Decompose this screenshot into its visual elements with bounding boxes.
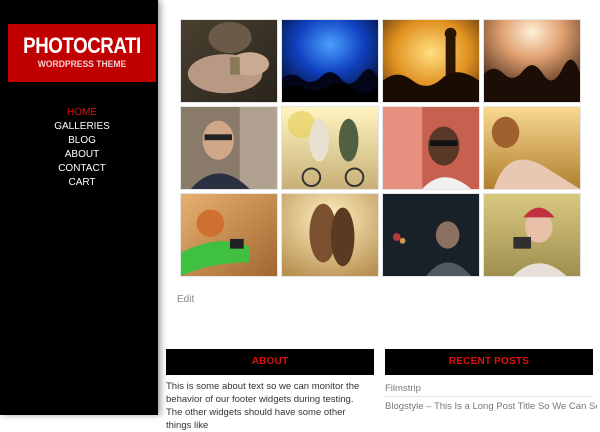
- woman-in-glasses-photo[interactable]: [382, 106, 480, 190]
- woman-at-window-photo[interactable]: [382, 193, 480, 277]
- recent-post-link[interactable]: Filmstrip: [385, 383, 597, 394]
- nav-item-home[interactable]: HOME: [8, 106, 156, 120]
- site-title: PHOTOCRATI: [23, 33, 141, 58]
- site-logo[interactable]: PHOTOCRATI WORDPRESS THEME: [8, 24, 156, 82]
- about-widget-heading: ABOUT: [166, 349, 374, 375]
- about-widget-text: This is some about text so we can monito…: [166, 381, 360, 431]
- hands-with-keys-photo[interactable]: [180, 19, 278, 103]
- nav-item-galleries[interactable]: GALLERIES: [8, 120, 156, 134]
- child-in-car-window-photo[interactable]: [180, 193, 278, 277]
- edit-link[interactable]: Edit: [177, 294, 194, 305]
- sidebar: PHOTOCRATI WORDPRESS THEME HOME GALLERIE…: [0, 0, 158, 415]
- recent-post-link[interactable]: Blogstyle – This Is a Long Post Title So…: [385, 401, 597, 412]
- girl-with-camera-photo[interactable]: [483, 193, 581, 277]
- concert-blue-lights-photo[interactable]: [281, 19, 379, 103]
- concert-guitarist-photo[interactable]: [382, 19, 480, 103]
- main-nav: HOME GALLERIES BLOG ABOUT CONTACT CART: [8, 106, 156, 190]
- nav-item-contact[interactable]: CONTACT: [8, 162, 156, 176]
- nav-item-cart[interactable]: CART: [8, 176, 156, 190]
- nav-item-about[interactable]: ABOUT: [8, 148, 156, 162]
- concert-crowd-stage-photo[interactable]: [483, 19, 581, 103]
- nav-item-blog[interactable]: BLOG: [8, 134, 156, 148]
- recent-posts-divider: [385, 396, 593, 397]
- woman-in-field-photo[interactable]: [483, 106, 581, 190]
- recent-posts-heading: RECENT POSTS: [385, 349, 593, 375]
- site-subtitle: WORDPRESS THEME: [37, 59, 127, 69]
- couple-kissing-photo[interactable]: [281, 193, 379, 277]
- smiling-man-sunglasses-photo[interactable]: [180, 106, 278, 190]
- couple-on-bicycles-photo[interactable]: [281, 106, 379, 190]
